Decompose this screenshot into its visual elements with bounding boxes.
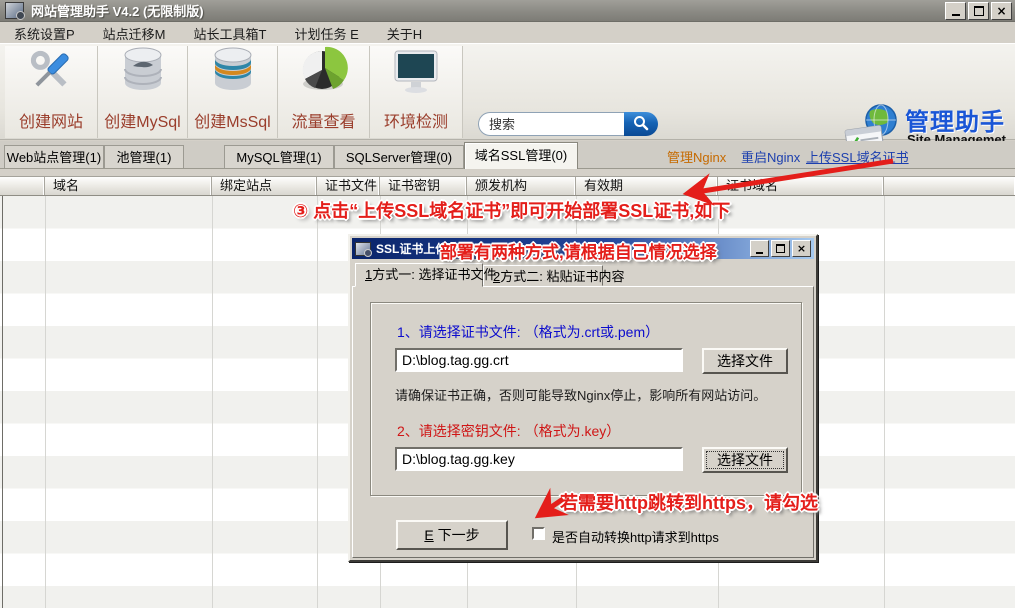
col-cert-key[interactable]: 证书密钥 <box>380 177 467 195</box>
menu-webmaster-tools[interactable]: 站长工具箱T <box>180 24 281 43</box>
app-icon <box>5 2 24 19</box>
create-site-tools-icon <box>24 44 78 103</box>
dialog-tab-choose-file[interactable]: 1方式一: 选择证书文件 <box>355 263 483 287</box>
maximize-button[interactable] <box>968 2 989 20</box>
cert-file-label: 1、请选择证书文件: （格式为.crt或.pem） <box>397 322 659 342</box>
environment-monitor-icon <box>389 44 443 103</box>
col-issuer[interactable]: 颁发机构 <box>467 177 576 195</box>
mssql-database-icon <box>206 44 260 103</box>
col-cert-file[interactable]: 证书文件 <box>317 177 380 195</box>
col-bound-site[interactable]: 绑定站点 <box>212 177 317 195</box>
traffic-view-button[interactable]: 流量查看 <box>278 46 370 138</box>
manage-nginx-link[interactable]: 管理Nginx <box>667 147 726 166</box>
tool-label: 创建MySql <box>104 108 180 132</box>
tab-sqlserver-management[interactable]: SQLServer管理(0) <box>334 145 464 168</box>
title-bar: 网站管理助手 V4.2 (无限制版) × <box>0 0 1015 22</box>
create-site-button[interactable]: 创建网站 <box>5 46 98 138</box>
annotation-deploy-methods: 部署有两种方式,请根据自己情况选择 <box>440 238 717 263</box>
http-redirect-checkbox-label: 是否自动转换http请求到https <box>552 527 719 546</box>
tool-label: 环境检测 <box>384 108 448 132</box>
upload-ssl-cert-link[interactable]: 上传SSL域名证书 <box>806 147 909 166</box>
search-icon <box>633 115 649 134</box>
create-mssql-button[interactable]: 创建MsSql <box>188 46 278 138</box>
menu-about[interactable]: 关于H <box>373 24 436 43</box>
minimize-icon <box>952 14 960 16</box>
close-icon: × <box>797 243 806 254</box>
tool-label: 创建MsSql <box>194 108 270 132</box>
menu-scheduled-tasks[interactable]: 计划任务 E <box>280 24 372 43</box>
tab-domain-ssl-management[interactable]: 域名SSL管理(0) <box>464 142 578 169</box>
close-button[interactable]: × <box>991 2 1012 20</box>
search-input[interactable] <box>478 112 624 136</box>
key-file-input[interactable] <box>395 447 683 471</box>
main-window: 网站管理助手 V4.2 (无限制版) × 系统设置P 站点迁移M 站长工具箱T … <box>0 0 1015 608</box>
cert-warning-note: 请确保证书正确，否则可能导致Nginx停止，影响所有网站访问。 <box>395 385 766 404</box>
tab-mysql-management[interactable]: MySQL管理(1) <box>224 145 334 168</box>
annotation-http-redirect: 若需要http跳转到https，请勾选 <box>560 489 818 515</box>
tab-web-site-management[interactable]: Web站点管理(1) <box>4 145 104 168</box>
minimize-button[interactable] <box>945 2 966 20</box>
search-button[interactable] <box>624 112 658 136</box>
environment-check-button[interactable]: 环境检测 <box>370 46 463 138</box>
col-validity[interactable]: 有效期 <box>576 177 718 195</box>
close-icon: × <box>996 5 1006 17</box>
create-mysql-button[interactable]: 创建MySql <box>98 46 188 138</box>
minimize-icon <box>756 252 763 254</box>
dialog-title: SSL证书上传 <box>376 240 447 257</box>
search-area <box>478 112 658 136</box>
col-extra[interactable] <box>884 177 1015 195</box>
key-choose-file-button[interactable]: 选择文件 <box>702 447 788 473</box>
annotation-step3: ③ 点击“上传SSL域名证书”即可开始部署SSL证书,如下 <box>293 197 730 223</box>
next-step-button[interactable]: E 下一步 <box>396 520 508 550</box>
dialog-tab-paste-content[interactable]: 2方式二: 粘贴证书内容 <box>483 265 603 286</box>
maximize-icon <box>776 244 785 253</box>
restart-nginx-link[interactable]: 重启Nginx <box>741 147 800 166</box>
tab-label: 方式二: 粘贴证书内容 <box>500 269 624 284</box>
tab-pool-management[interactable]: 池管理(1) <box>104 145 184 168</box>
col-select[interactable] <box>0 177 45 195</box>
dialog-icon <box>355 242 371 256</box>
menu-bar: 系统设置P 站点迁移M 站长工具箱T 计划任务 E 关于H <box>0 23 1015 43</box>
dialog-close-button[interactable]: × <box>792 240 811 257</box>
traffic-pie-icon <box>297 44 351 103</box>
key-file-label: 2、请选择密钥文件: （格式为.key） <box>397 421 620 441</box>
cert-choose-file-button[interactable]: 选择文件 <box>702 348 788 374</box>
toolbar: 创建网站 创建MySql <box>0 43 1015 140</box>
tool-label: 流量查看 <box>291 108 355 132</box>
col-domain[interactable]: 域名 <box>45 177 212 195</box>
cert-file-input[interactable] <box>395 348 683 372</box>
tool-label: 创建网站 <box>19 108 83 132</box>
dialog-minimize-button[interactable] <box>750 240 769 257</box>
menu-site-migration[interactable]: 站点迁移M <box>89 24 180 43</box>
mysql-database-icon <box>116 44 170 103</box>
button-label: 下一步 <box>438 527 480 543</box>
col-cert-domain[interactable]: 证书域名 <box>718 177 884 195</box>
window-title: 网站管理助手 V4.2 (无限制版) <box>31 1 204 20</box>
button-accelerator: E <box>424 527 433 543</box>
maximize-icon <box>974 6 984 16</box>
http-redirect-checkbox[interactable] <box>532 527 545 540</box>
dialog-maximize-button[interactable] <box>771 240 790 257</box>
ssl-table-header: 域名 绑定站点 证书文件 证书密钥 颁发机构 有效期 证书域名 <box>0 176 1015 196</box>
menu-system-settings[interactable]: 系统设置P <box>0 24 89 43</box>
tab-label: 方式一: 选择证书文件 <box>372 267 496 282</box>
